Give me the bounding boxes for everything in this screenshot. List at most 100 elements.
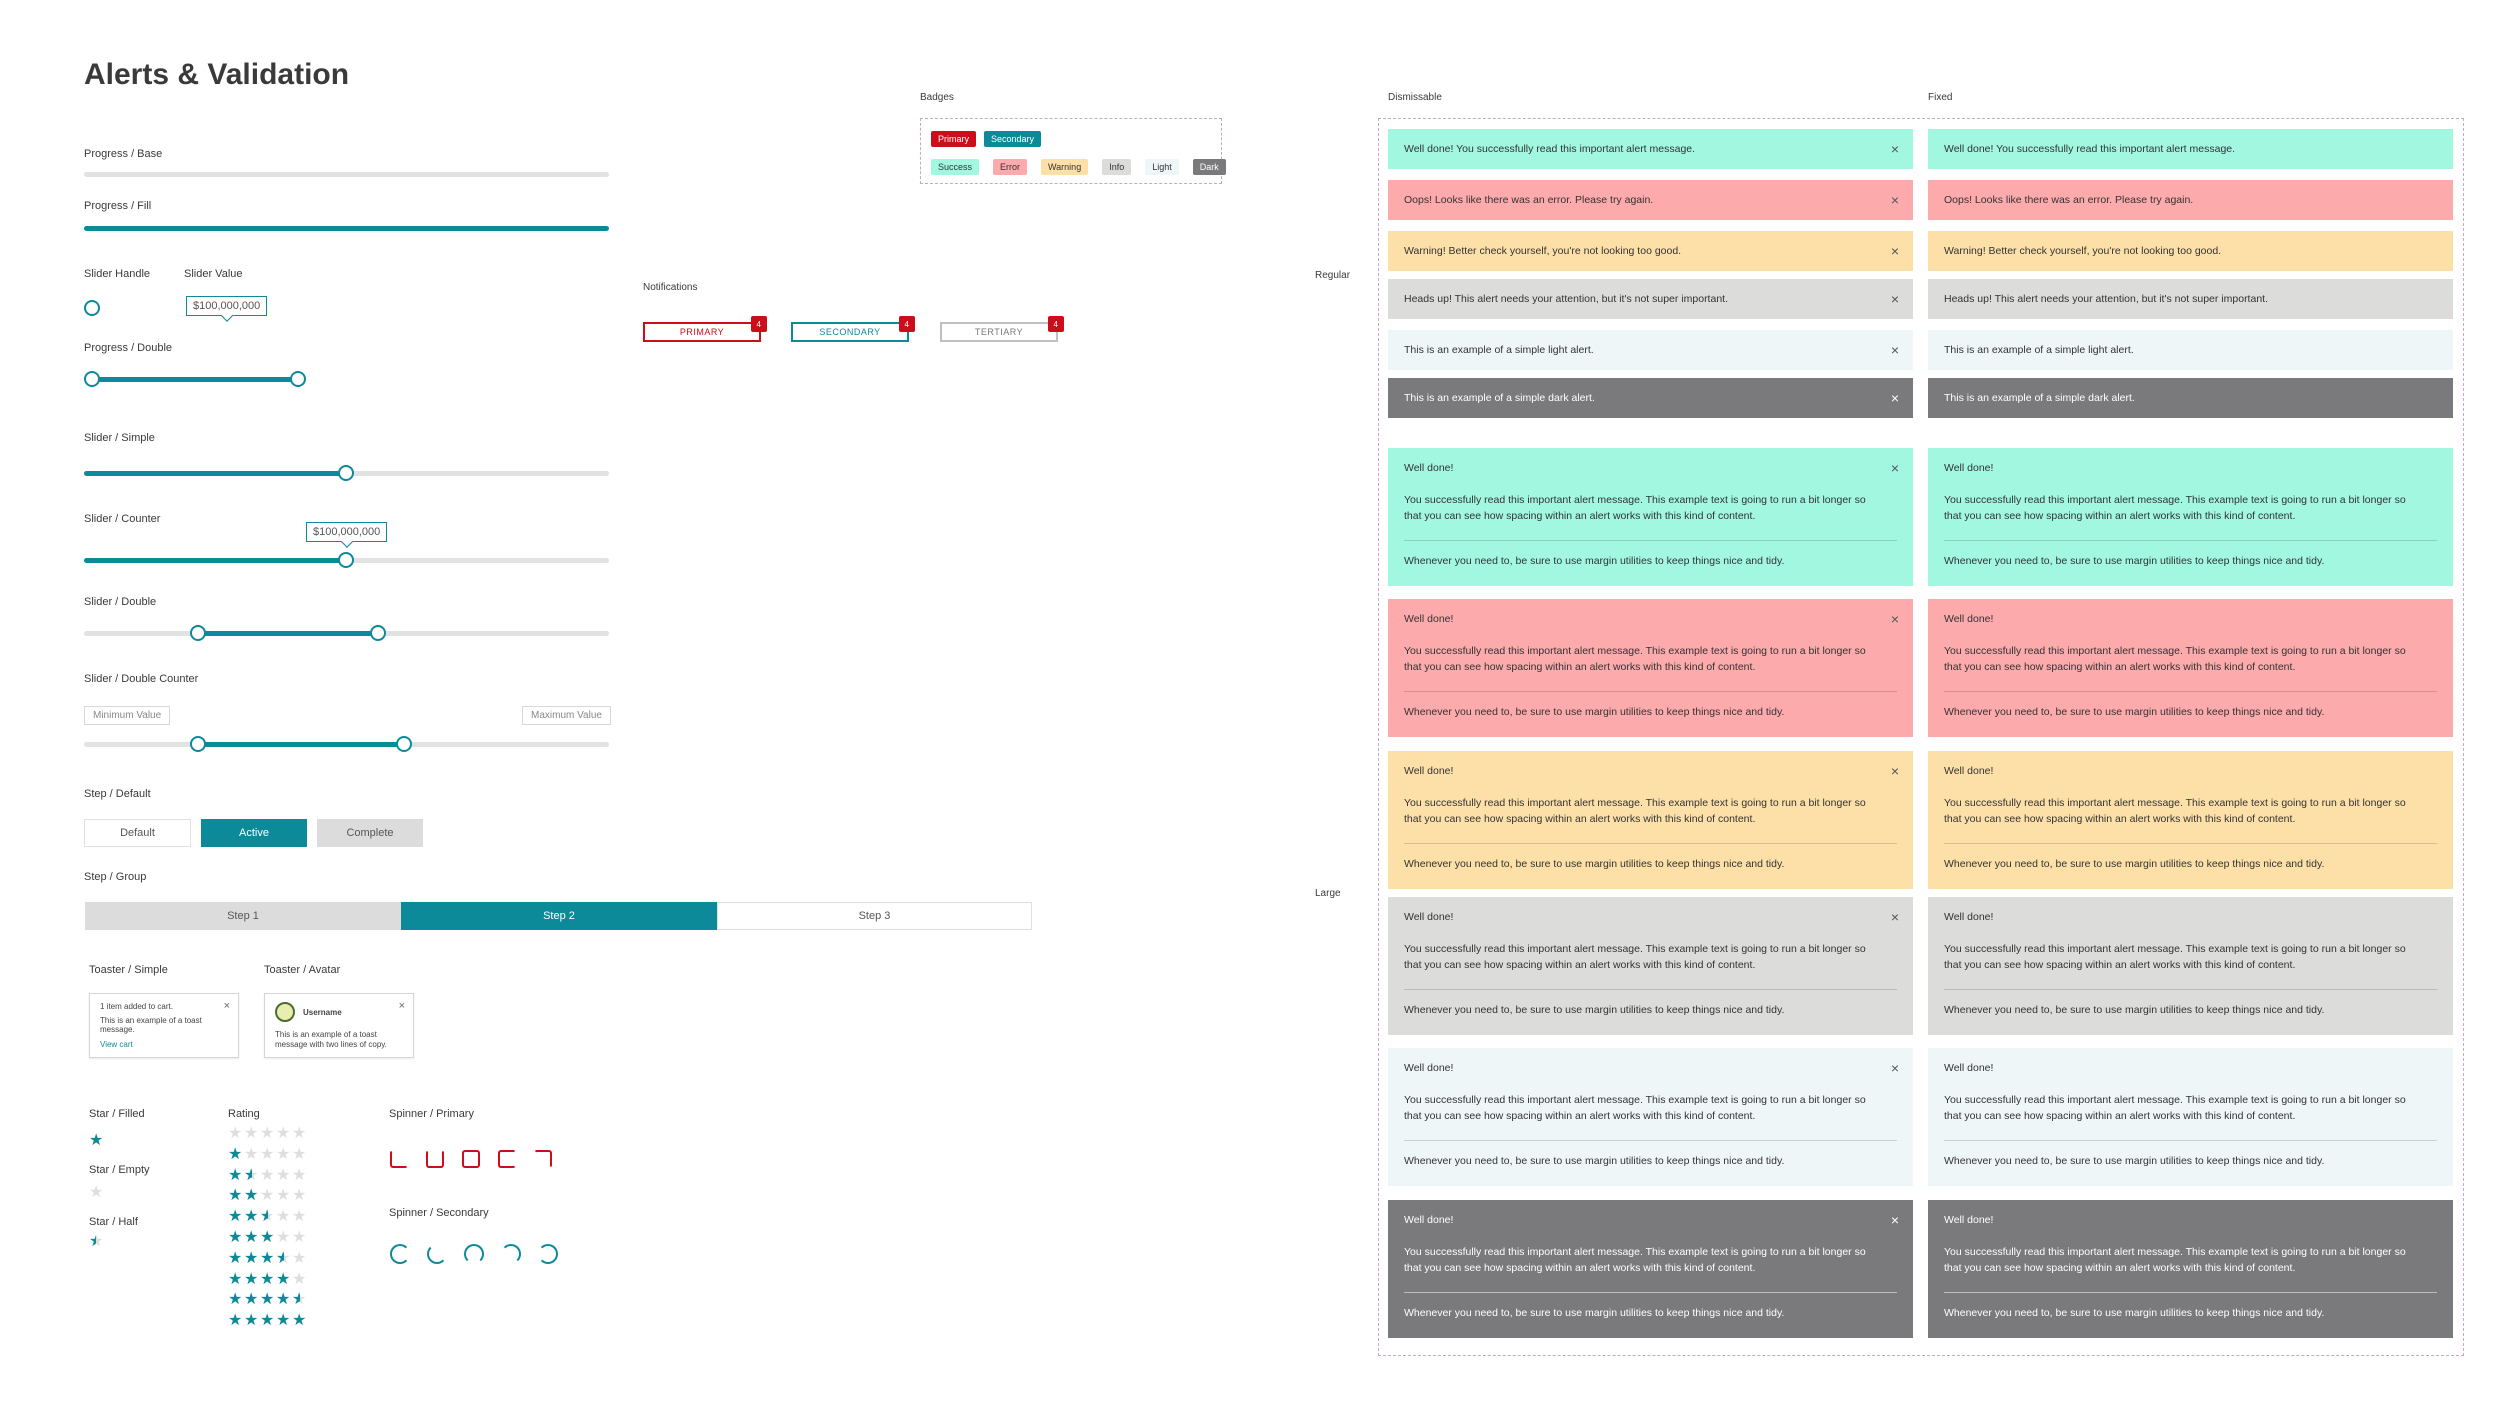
star-icon: ★	[292, 1125, 307, 1142]
close-icon[interactable]: ×	[399, 1000, 405, 1012]
close-icon[interactable]: ×	[1891, 1060, 1899, 1076]
star-icon: ★	[276, 1125, 291, 1142]
alert-body: You successfully read this important ale…	[1404, 494, 1866, 522]
rating-row[interactable]: ★ ★ ★ ★ ★	[228, 1229, 308, 1247]
alert-divider	[1944, 989, 2437, 990]
notification-count-badge: 4	[899, 316, 915, 332]
dismissable-alert-large-info: Well done! You successfully read this imp…	[1388, 897, 1913, 1035]
alert-footer: Whenever you need to, be sure to use mar…	[1404, 858, 1785, 870]
minimum-value-input[interactable]: Minimum Value	[84, 706, 171, 725]
slider-simple-handle[interactable]	[338, 465, 354, 481]
toaster-simple: 1 item added to cart. This is an example…	[89, 993, 239, 1058]
fixed-label: Fixed	[1928, 92, 1953, 103]
slider-handle[interactable]	[84, 300, 100, 316]
alert-heading: Well done!	[1404, 911, 1454, 923]
close-icon[interactable]: ×	[1891, 141, 1899, 157]
star-icon: ★	[244, 1291, 259, 1309]
badge-success: Success	[931, 159, 980, 175]
slider-value-bubble: $100,000,000	[186, 296, 268, 316]
rating-row[interactable]: ★ ★ ★ ★ ★ ★	[228, 1291, 308, 1309]
toaster-simple-title: 1 item added to cart.	[100, 1002, 173, 1011]
close-icon[interactable]: ×	[1891, 460, 1899, 476]
close-icon[interactable]: ×	[1891, 909, 1899, 925]
alert-heading: Well done!	[1404, 1062, 1454, 1074]
alert-heading: Well done!	[1944, 911, 1994, 923]
star-icon: ★	[260, 1270, 275, 1288]
star-icon: ★	[244, 1229, 259, 1246]
star-icon: ★	[292, 1166, 307, 1184]
close-icon[interactable]: ×	[1891, 763, 1899, 779]
star-filled-icon: ★	[89, 1132, 104, 1149]
rating-row[interactable]: ★ ★ ★ ★ ★ ★	[228, 1208, 308, 1226]
alert-heading: Well done!	[1944, 613, 1994, 625]
slider-double-handle-low[interactable]	[190, 625, 206, 641]
star-icon: ★	[292, 1270, 307, 1288]
star-icon: ★ ★	[276, 1249, 291, 1267]
star-icon: ★	[292, 1249, 307, 1267]
slider-counter-bubble: $100,000,000	[306, 522, 388, 542]
step-group-step-1[interactable]: Step 1	[85, 902, 401, 930]
close-icon[interactable]: ×	[1891, 1212, 1899, 1228]
notification-secondary-button[interactable]: SECONDARY 4	[791, 316, 915, 342]
notification-tertiary-button[interactable]: TERTIARY 4	[940, 316, 1064, 342]
step-group-step-2[interactable]: Step 2	[401, 902, 717, 930]
rating-row[interactable]: ★ ★ ★ ★ ★	[228, 1312, 308, 1330]
alert-footer: Whenever you need to, be sure to use mar…	[1944, 555, 2325, 567]
badge-info: Info	[1102, 159, 1132, 175]
alert-footer: Whenever you need to, be sure to use mar…	[1404, 706, 1785, 718]
close-icon[interactable]: ×	[1891, 192, 1899, 208]
rating-row[interactable]: ★ ★ ★ ★ ★	[228, 1271, 308, 1289]
close-icon[interactable]: ×	[1891, 243, 1899, 259]
alert-body: You successfully read this important ale…	[1944, 1094, 2406, 1122]
star-icon: ★	[244, 1312, 259, 1330]
slider-double-counter-handle-low[interactable]	[190, 736, 206, 752]
alert-divider	[1404, 540, 1897, 541]
rating-row[interactable]: ★ ★ ★ ★ ★	[228, 1146, 308, 1164]
step-default-button[interactable]: Default	[84, 819, 191, 847]
fixed-alert-large-dark: Well done! You successfully read this imp…	[1928, 1200, 2453, 1338]
alert-footer: Whenever you need to, be sure to use mar…	[1944, 1004, 2325, 1016]
slider-counter-fill	[84, 558, 346, 563]
fixed-alert-large-error: Well done! You successfully read this imp…	[1928, 599, 2453, 737]
step-group-step-3[interactable]: Step 3	[717, 902, 1032, 930]
badge-primary: Primary	[931, 131, 976, 147]
close-icon[interactable]: ×	[1891, 611, 1899, 627]
badges-label: Badges	[920, 92, 954, 103]
progress-double-handle-low[interactable]	[84, 371, 100, 387]
slider-double-handle-high[interactable]	[370, 625, 386, 641]
spinner-secondary-frame	[501, 1244, 521, 1264]
close-icon[interactable]: ×	[1891, 291, 1899, 307]
fixed-alert-success: Well done! You successfully read this im…	[1928, 129, 2453, 169]
rating-row[interactable]: ★ ★ ★ ★ ★	[228, 1125, 308, 1143]
maximum-value-input[interactable]: Maximum Value	[522, 706, 611, 725]
fixed-alert-large-success: Well done! You successfully read this imp…	[1928, 448, 2453, 586]
slider-handle-label: Slider Handle	[84, 268, 151, 280]
dismissable-alert-success: Well done! You successfully read this im…	[1388, 129, 1913, 169]
regular-label: Regular	[1315, 270, 1351, 281]
slider-counter-handle[interactable]	[338, 552, 354, 568]
slider-double-counter-handle-high[interactable]	[396, 736, 412, 752]
star-icon: ★	[292, 1187, 307, 1205]
close-icon[interactable]: ×	[1891, 390, 1899, 406]
progress-double-handle-high[interactable]	[290, 371, 306, 387]
star-icon: ★	[260, 1291, 275, 1309]
toaster-avatar-text: This is an example of a toast message wi…	[275, 1030, 387, 1049]
alert-text: This is an example of a simple dark aler…	[1404, 392, 1595, 404]
rating-row[interactable]: ★ ★ ★ ★ ★ ★	[228, 1250, 308, 1268]
slider-double-counter-fill	[198, 742, 404, 747]
alert-text: Warning! Better check yourself, you're n…	[1404, 245, 1682, 257]
close-icon[interactable]: ×	[224, 1000, 230, 1012]
close-icon[interactable]: ×	[1891, 342, 1899, 358]
spinner-primary-frame	[498, 1150, 516, 1168]
step-active-button[interactable]: Active	[201, 819, 307, 847]
alert-text: Heads up! This alert needs your attentio…	[1404, 293, 1728, 305]
alert-body: You successfully read this important ale…	[1944, 797, 2406, 825]
alert-text: Oops! Looks like there was an error. Ple…	[1404, 194, 1654, 206]
step-complete-button[interactable]: Complete	[317, 819, 423, 847]
rating-row[interactable]: ★ ★ ★ ★ ★ ★	[228, 1167, 308, 1185]
view-cart-link[interactable]: View cart	[100, 1040, 228, 1049]
notifications-label: Notifications	[643, 282, 698, 293]
dismissable-alert-dark: This is an example of a simple dark aler…	[1388, 378, 1913, 418]
rating-row[interactable]: ★ ★ ★ ★ ★	[228, 1187, 308, 1205]
notification-primary-button[interactable]: PRIMARY 4	[643, 316, 767, 342]
